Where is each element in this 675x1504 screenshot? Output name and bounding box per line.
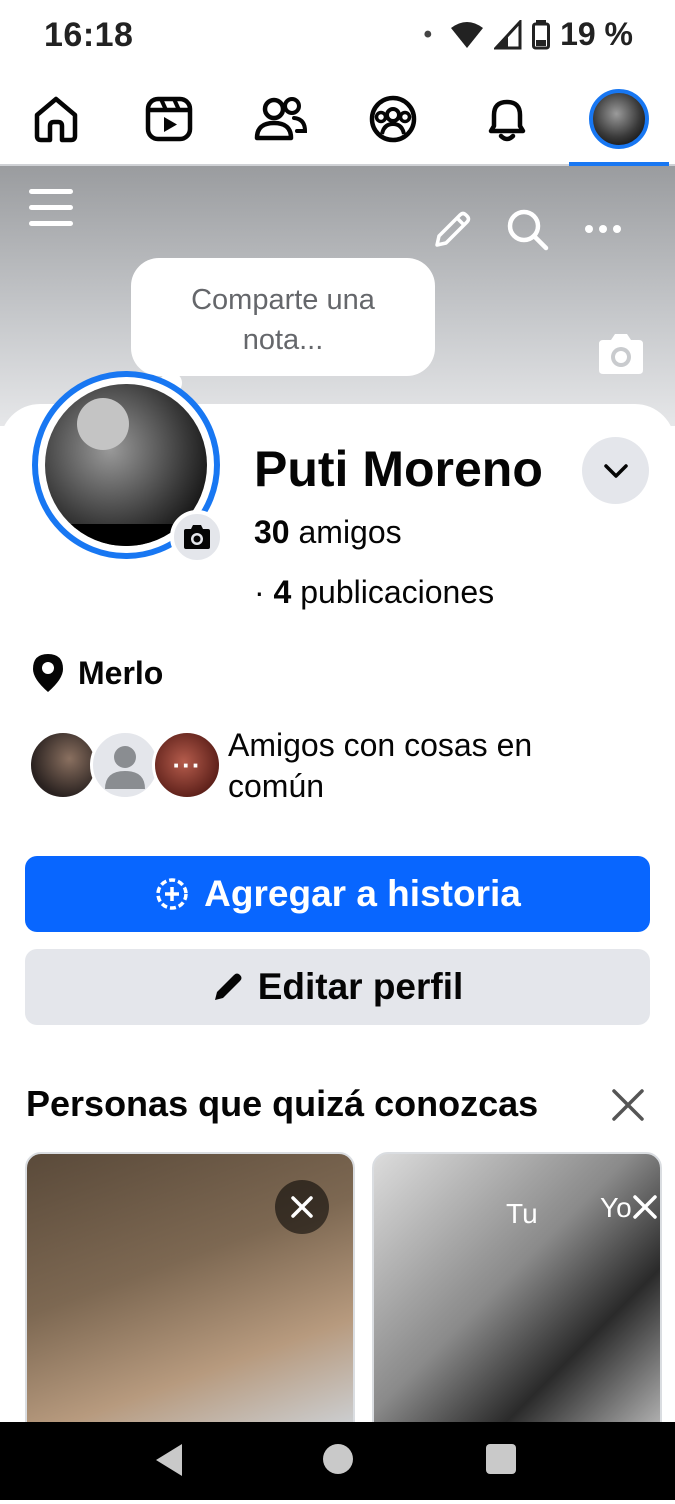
- recents-button[interactable]: [486, 1444, 516, 1474]
- status-bar: 16:18 • 19 %: [0, 0, 675, 78]
- back-button[interactable]: [150, 1440, 190, 1480]
- mutual-friends-row[interactable]: ··· Amigos con cosas en común: [28, 725, 648, 815]
- top-nav: [0, 78, 675, 166]
- edit-profile-label: Editar perfil: [257, 966, 464, 1007]
- groups-icon: [369, 95, 417, 143]
- posts-separator: ·: [254, 574, 265, 610]
- pymk-card[interactable]: Tu Yo: [372, 1152, 662, 1442]
- notification-dot: •: [423, 20, 433, 48]
- posts-count: 4: [273, 574, 292, 610]
- card-overlay-left: Tu: [506, 1198, 538, 1229]
- posts-label: publicaciones: [300, 574, 495, 610]
- status-time: 16:18: [44, 16, 134, 54]
- close-icon: [612, 1089, 644, 1121]
- mutual-avatar-1: [28, 730, 98, 800]
- bell-icon: [488, 99, 526, 142]
- menu-button[interactable]: [28, 185, 74, 231]
- friends-icon: [254, 97, 308, 141]
- mutual-avatar-3: ···: [152, 730, 222, 800]
- mutual-friends-text: Amigos con cosas en común: [228, 727, 533, 804]
- back-icon: [156, 1444, 182, 1476]
- hamburger-icon: [29, 189, 73, 226]
- chevron-down-icon: [603, 463, 628, 478]
- location-row: Merlo: [30, 652, 163, 694]
- avatar-camera-button[interactable]: [170, 510, 224, 564]
- nav-home[interactable]: [21, 84, 91, 154]
- friends-count: 30: [254, 514, 290, 550]
- camera-icon: [599, 334, 643, 374]
- mutual-avatar-2: [90, 730, 160, 800]
- note-placeholder: Comparte una nota...: [191, 284, 375, 356]
- add-story-button[interactable]: Agregar a historia: [25, 856, 650, 932]
- pymk-card[interactable]: [25, 1152, 355, 1442]
- more-mutual-icon: ···: [172, 749, 202, 780]
- signal-icon: [494, 19, 522, 49]
- wifi-icon: [451, 21, 484, 48]
- nav-profile[interactable]: [584, 84, 654, 154]
- edit-button[interactable]: [430, 208, 474, 252]
- more-button[interactable]: [583, 215, 623, 243]
- close-icon: [633, 1195, 657, 1219]
- search-button[interactable]: [505, 207, 549, 251]
- card-dismiss-button[interactable]: [275, 1180, 329, 1234]
- card-overlay-right: Yo: [600, 1192, 632, 1223]
- nav-friends[interactable]: [246, 84, 316, 154]
- card-dismiss-button[interactable]: [632, 1194, 660, 1224]
- note-bubble[interactable]: Comparte una nota...: [131, 258, 435, 376]
- status-icons: • 19 %: [424, 16, 633, 53]
- pencil-icon: [435, 211, 471, 247]
- location-pin-icon: [33, 654, 63, 692]
- edit-profile-button[interactable]: Editar perfil: [25, 949, 650, 1025]
- search-icon: [507, 209, 549, 251]
- location-text: Merlo: [78, 654, 164, 691]
- close-icon: [291, 1196, 313, 1218]
- friends-stat[interactable]: 30 amigos: [254, 514, 402, 551]
- avatar: [589, 89, 649, 149]
- add-story-label: Agregar a historia: [204, 873, 521, 914]
- nav-video[interactable]: [134, 84, 204, 154]
- battery-icon: [532, 19, 551, 49]
- default-user-icon: [105, 746, 145, 789]
- nav-groups[interactable]: [358, 84, 428, 154]
- system-nav-bar: [0, 1422, 675, 1500]
- battery-level: 19 %: [560, 16, 633, 52]
- profile-name: Puti Moreno: [254, 441, 543, 497]
- cover-camera-button[interactable]: [595, 332, 647, 376]
- camera-icon: [184, 525, 210, 549]
- home-icon: [34, 96, 78, 143]
- add-circle-icon: [156, 878, 188, 910]
- video-icon: [145, 96, 193, 142]
- pymk-close-button[interactable]: [608, 1085, 648, 1125]
- friends-label: amigos: [298, 514, 402, 550]
- pymk-title: Personas que quizá conozcas: [26, 1083, 539, 1124]
- more-icon: [585, 225, 621, 233]
- profile-dropdown-button[interactable]: [582, 437, 649, 504]
- nav-notifications[interactable]: [472, 84, 542, 154]
- pencil-icon: [214, 973, 242, 1000]
- posts-stat[interactable]: · 4 publicaciones: [254, 574, 494, 611]
- emoji-face: [77, 398, 129, 450]
- home-button[interactable]: [323, 1444, 353, 1474]
